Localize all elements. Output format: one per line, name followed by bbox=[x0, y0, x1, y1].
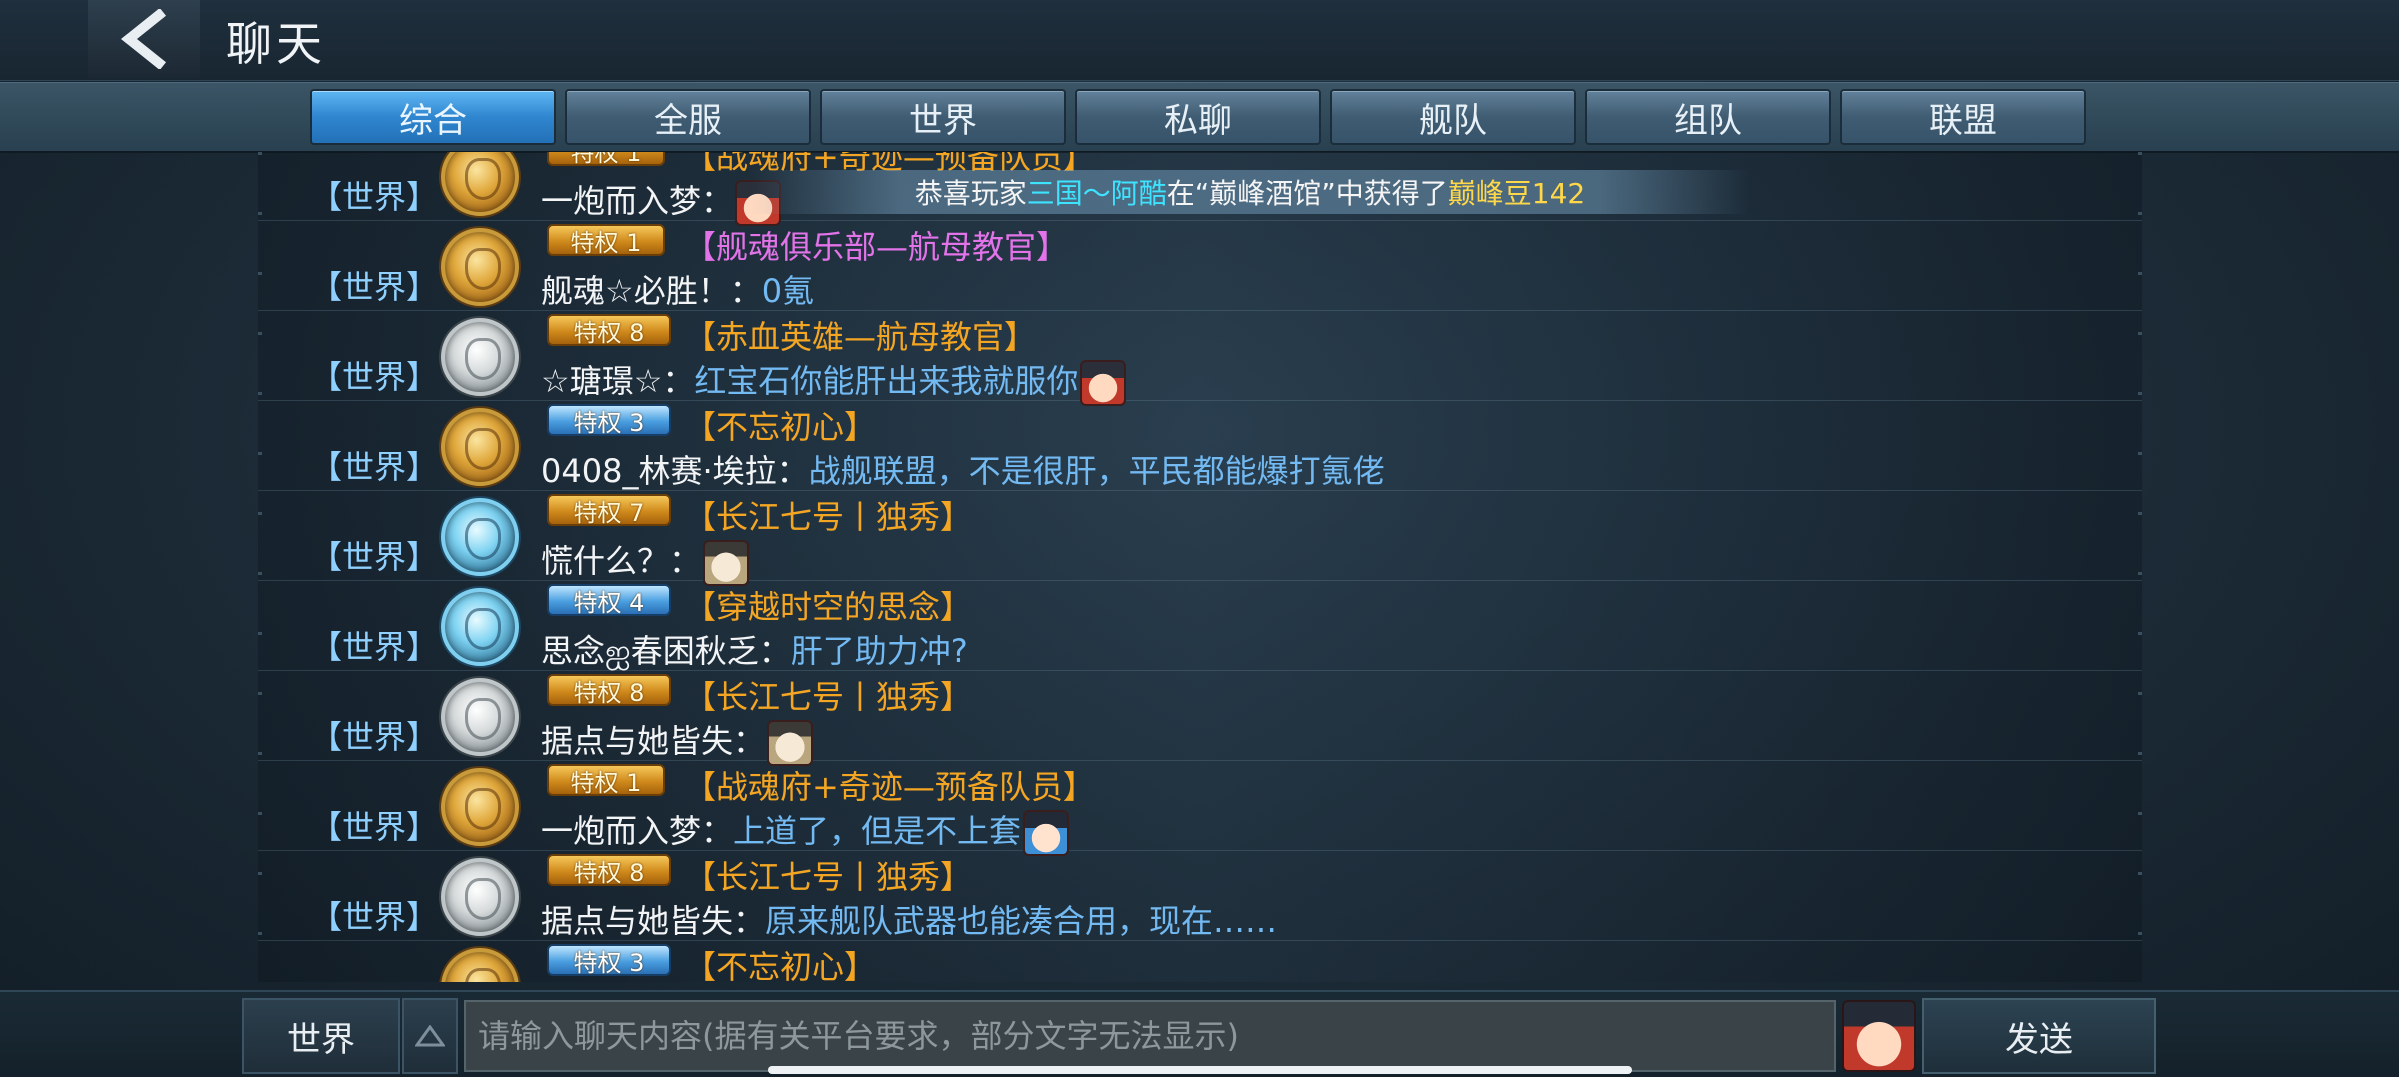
message-line: 慌什么？： bbox=[541, 536, 750, 586]
channel-tag[interactable]: 【世界】 bbox=[310, 622, 438, 668]
banner-middle: 在“巅峰酒馆”中获得了 bbox=[1166, 177, 1448, 210]
player-medal-avatar[interactable] bbox=[441, 948, 519, 982]
message-line: 据点与她皆失：原来舰队武器也能凑合用，现在…… bbox=[541, 896, 1277, 942]
vip-badge: 特权 3 bbox=[547, 944, 671, 977]
message-text: 上道了，但是不上套 bbox=[733, 812, 1022, 850]
tab-world[interactable]: 世界 bbox=[820, 89, 1066, 145]
player-name[interactable]: 一炮而入梦： bbox=[541, 812, 733, 850]
guild-title: 【舰魂俱乐部—航母教官】 bbox=[684, 228, 1069, 266]
chat-message: 【世界】 特权 7 【长江七号丨独秀】 慌什么？： bbox=[258, 490, 2142, 586]
chat-message: 【世界】 特权 8 【赤血英雄—航母教官】 ☆瑭璟☆：红宝石你能肝出来我就服你 bbox=[258, 310, 2142, 406]
system-announcement-banner: 恭喜玩家 三国～阿酷 在“巅峰酒馆”中获得了 巅峰豆142 bbox=[750, 170, 1750, 214]
message-text: 战舰联盟，不是很肝，平民都能爆打氪佬 bbox=[808, 452, 1385, 490]
player-name[interactable]: 据点与她皆失： bbox=[541, 722, 765, 760]
chat-message: 【世界】 特权 8 【长江七号丨独秀】 据点与她皆失： bbox=[258, 670, 2142, 766]
vip-badge: 特权 8 bbox=[547, 674, 671, 707]
chat-message: 特权 3 【不忘初心】 bbox=[258, 940, 2142, 982]
message-line: ☆瑭璟☆：红宝石你能肝出来我就服你 bbox=[541, 356, 1127, 406]
guild-title: 【长江七号丨独秀】 bbox=[684, 858, 973, 896]
vip-badge: 特权 1 bbox=[547, 152, 665, 167]
channel-tag[interactable]: 【世界】 bbox=[310, 352, 438, 398]
player-name[interactable]: 慌什么？： bbox=[541, 542, 701, 580]
tab-team[interactable]: 组队 bbox=[1585, 89, 1831, 145]
chat-message: 【世界】 特权 1 【战魂府+奇迹—预备队员】 一炮而入梦：上道了，但是不上套 bbox=[258, 760, 2142, 856]
player-medal-avatar[interactable] bbox=[441, 858, 519, 936]
player-medal-avatar[interactable] bbox=[441, 768, 519, 846]
chat-message: 【世界】 特权 3 【不忘初心】 0408_林赛·埃拉：战舰联盟，不是很肝，平民… bbox=[258, 400, 2142, 491]
tab-comprehensive[interactable]: 综合 bbox=[310, 89, 556, 145]
message-line: 0408_林赛·埃拉：战舰联盟，不是很肝，平民都能爆打氪佬 bbox=[541, 446, 1385, 492]
message-text: 肝了助力冲? bbox=[790, 632, 968, 670]
player-medal-avatar[interactable] bbox=[441, 678, 519, 756]
channel-tag[interactable]: 【世界】 bbox=[310, 442, 438, 488]
send-button[interactable]: 发送 bbox=[1922, 998, 2156, 1074]
channel-tag[interactable]: 【世界】 bbox=[310, 172, 438, 218]
channel-tag[interactable]: 【世界】 bbox=[310, 532, 438, 578]
channel-tag[interactable]: 【世界】 bbox=[310, 802, 438, 848]
chat-message-list[interactable]: 【世界】 特权 1 【战魂府+奇迹—预备队员】 一炮而入梦： 【世界】 特权 1… bbox=[258, 152, 2142, 982]
chat-message: 【世界】 特权 8 【长江七号丨独秀】 据点与她皆失：原来舰队武器也能凑合用，现… bbox=[258, 850, 2142, 941]
tab-all-server[interactable]: 全服 bbox=[565, 89, 811, 145]
back-arrow-icon bbox=[120, 9, 167, 69]
vip-badge: 特权 3 bbox=[547, 404, 671, 437]
page-title: 聊天 bbox=[226, 17, 326, 71]
vip-badge: 特权 8 bbox=[547, 314, 671, 347]
vip-badge: 特权 1 bbox=[547, 224, 665, 257]
emoji-face-icon[interactable] bbox=[1842, 1000, 1916, 1072]
vip-badge: 特权 7 bbox=[547, 494, 671, 527]
chat-message: 【世界】 特权 4 【穿越时空的思念】 思念ஐ春困秋乏：肝了助力冲? bbox=[258, 580, 2142, 671]
player-name[interactable]: 0408_林赛·埃拉： bbox=[541, 452, 809, 490]
channel-tab-bar: 综合 全服 世界 私聊 舰队 组队 联盟 bbox=[0, 82, 2399, 153]
vip-badge: 特权 8 bbox=[547, 854, 671, 887]
guild-title: 【长江七号丨独秀】 bbox=[684, 498, 973, 536]
channel-tag[interactable]: 【世界】 bbox=[310, 712, 438, 758]
message-text: 红宝石你能肝出来我就服你 bbox=[694, 362, 1079, 400]
player-medal-avatar[interactable] bbox=[441, 408, 519, 486]
chat-message: 【世界】 特权 1 【舰魂俱乐部—航母教官】 舰魂☆必胜！：0氪 bbox=[258, 220, 2142, 311]
chat-input-bar: 世界 发送 bbox=[0, 990, 2399, 1077]
guild-title: 【不忘初心】 bbox=[684, 408, 877, 446]
player-name[interactable]: 舰魂☆必胜！： bbox=[541, 272, 762, 310]
message-line: 据点与她皆失： bbox=[541, 716, 814, 766]
tab-alliance[interactable]: 联盟 bbox=[1840, 89, 2086, 145]
message-line: 舰魂☆必胜！：0氪 bbox=[541, 266, 814, 312]
message-line: 一炮而入梦： bbox=[541, 176, 782, 226]
banner-player-name: 三国～阿酷 bbox=[1026, 177, 1167, 210]
banner-reward: 巅峰豆142 bbox=[1447, 177, 1586, 210]
player-name[interactable]: 一炮而入梦： bbox=[541, 182, 733, 220]
channel-expand-button[interactable] bbox=[402, 998, 458, 1074]
player-medal-avatar[interactable] bbox=[441, 588, 519, 666]
player-medal-avatar[interactable] bbox=[441, 498, 519, 576]
channel-tag[interactable]: 【世界】 bbox=[310, 892, 438, 938]
banner-prefix: 恭喜玩家 bbox=[914, 177, 1027, 210]
player-name[interactable]: ☆瑭璟☆： bbox=[541, 362, 694, 400]
guild-title: 【战魂府+奇迹—预备队员】 bbox=[684, 768, 1095, 806]
vip-badge: 特权 1 bbox=[547, 764, 665, 797]
back-button[interactable] bbox=[88, 0, 200, 78]
channel-tag[interactable]: 【世界】 bbox=[310, 262, 438, 308]
player-medal-avatar[interactable] bbox=[441, 152, 519, 216]
home-indicator[interactable] bbox=[768, 1066, 1632, 1074]
message-text: 原来舰队武器也能凑合用，现在…… bbox=[765, 902, 1278, 940]
chat-message-input[interactable] bbox=[464, 1000, 1836, 1072]
tab-fleet[interactable]: 舰队 bbox=[1330, 89, 1576, 145]
guild-title: 【不忘初心】 bbox=[684, 948, 877, 982]
message-line: 一炮而入梦：上道了，但是不上套 bbox=[541, 806, 1070, 856]
player-medal-avatar[interactable] bbox=[441, 318, 519, 396]
guild-title: 【长江七号丨独秀】 bbox=[684, 678, 973, 716]
player-medal-avatar[interactable] bbox=[441, 228, 519, 306]
player-name[interactable]: 据点与她皆失： bbox=[541, 902, 765, 940]
guild-title: 【赤血英雄—航母教官】 bbox=[684, 318, 1037, 356]
message-line: 思念ஐ春困秋乏：肝了助力冲? bbox=[541, 626, 968, 674]
triangle-up-icon bbox=[415, 1025, 445, 1047]
channel-select-button[interactable]: 世界 bbox=[242, 998, 400, 1074]
vip-badge: 特权 4 bbox=[547, 584, 671, 617]
player-name[interactable]: 思念ஐ春困秋乏： bbox=[541, 632, 791, 670]
header-bar: 聊天 bbox=[0, 0, 2399, 81]
tab-private[interactable]: 私聊 bbox=[1075, 89, 1321, 145]
message-text: 0氪 bbox=[761, 272, 815, 310]
guild-title: 【穿越时空的思念】 bbox=[684, 588, 973, 626]
